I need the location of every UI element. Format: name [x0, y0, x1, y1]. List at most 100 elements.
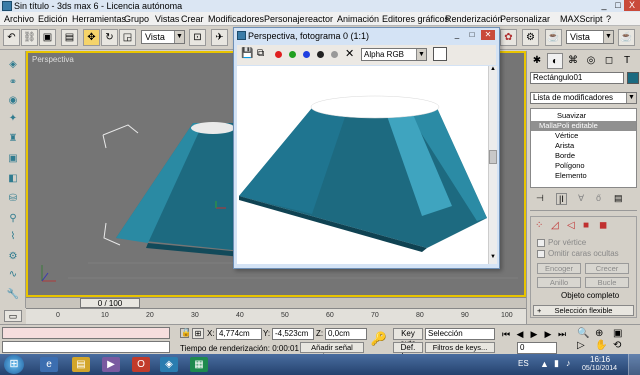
- rotate-icon[interactable]: ↻: [101, 29, 118, 46]
- track-view-icon[interactable]: ▭: [4, 310, 22, 322]
- z-coordinate-field[interactable]: 0,0cm: [325, 328, 367, 340]
- menu-group[interactable]: Grupo: [124, 14, 149, 24]
- media-player-icon[interactable]: ▶: [102, 357, 120, 372]
- menu-file[interactable]: Archivo: [4, 14, 34, 24]
- menu-customize[interactable]: Personalizar: [500, 14, 550, 24]
- light-icon[interactable]: ✦: [4, 111, 22, 127]
- mono-channel-toggle[interactable]: [331, 51, 338, 58]
- app-taskbar-icon[interactable]: ▦: [190, 357, 208, 372]
- lock-selection-icon[interactable]: 🔒: [180, 328, 191, 338]
- stack-item-element[interactable]: Elemento: [535, 171, 635, 181]
- red-channel-toggle[interactable]: [275, 51, 282, 58]
- configure-sets-icon[interactable]: ▤: [614, 193, 623, 204]
- stack-item-polygon[interactable]: Polígono: [535, 161, 635, 171]
- key-icon[interactable]: 🔑: [368, 331, 390, 347]
- border-mode-icon[interactable]: ◁: [567, 220, 575, 231]
- stack-item-smooth[interactable]: Suavizar: [535, 111, 635, 121]
- rendered-frame-window[interactable]: Perspectiva, fotograma 0 (1:1) _ □ ✕ 💾 ⧉…: [233, 27, 500, 269]
- pivot-icon[interactable]: ⊡: [189, 29, 206, 46]
- render-scrollbar[interactable]: ▲ ▼: [488, 66, 497, 264]
- reference-coord-select[interactable]: Vista ▼: [141, 30, 185, 44]
- utilities-tab-icon[interactable]: T: [619, 53, 635, 69]
- motion-tab-icon[interactable]: ◎: [583, 53, 599, 69]
- transform-mode-icon[interactable]: ⊞: [192, 328, 204, 339]
- start-button-icon[interactable]: ⊞: [4, 355, 24, 374]
- next-frame-icon[interactable]: ▶: [542, 329, 554, 339]
- object-name-field[interactable]: Rectángulo01: [530, 72, 624, 84]
- ignore-backfacing-checkbox[interactable]: [537, 250, 545, 258]
- y-coordinate-field[interactable]: -4,523cm: [272, 328, 314, 340]
- 3dsmax-taskbar-icon[interactable]: ◈: [160, 357, 178, 372]
- box-icon[interactable]: ▣: [4, 151, 22, 167]
- green-channel-toggle[interactable]: [289, 51, 296, 58]
- menu-edit[interactable]: Edición: [38, 14, 68, 24]
- prev-frame-icon[interactable]: ◀: [514, 329, 526, 339]
- grow-button[interactable]: Crecer: [585, 263, 629, 274]
- stack-item-vertex[interactable]: Vértice: [535, 131, 635, 141]
- stack-item-editable-poly[interactable]: MallaPoli editable: [531, 121, 636, 131]
- network-icon[interactable]: ▮: [554, 358, 559, 369]
- key-filters-button[interactable]: Filtros de keys...: [425, 342, 495, 353]
- soft-selection-rollout[interactable]: + Selección flexible: [533, 305, 634, 316]
- material-editor-icon[interactable]: ✿: [500, 29, 517, 46]
- alpha-channel-toggle[interactable]: [317, 51, 324, 58]
- polygon-mode-icon[interactable]: ■: [583, 220, 589, 231]
- channel-select[interactable]: Alpha RGB ▼: [361, 48, 427, 61]
- arc-rotate-icon[interactable]: ⟲: [613, 340, 621, 351]
- scroll-up-icon[interactable]: ▲: [489, 66, 497, 75]
- zoom-icon[interactable]: 🔍: [577, 328, 589, 339]
- by-vertex-checkbox[interactable]: [537, 239, 545, 247]
- select-link-icon[interactable]: ⛓: [21, 29, 38, 46]
- vertex-mode-icon[interactable]: ⁘: [535, 220, 543, 231]
- shape-icon[interactable]: ◧: [4, 171, 22, 187]
- show-desktop-button[interactable]: [628, 354, 640, 375]
- volume-icon[interactable]: ♪: [566, 358, 571, 368]
- time-slider-track[interactable]: 0 / 100: [26, 297, 526, 308]
- bend-icon[interactable]: ⌇: [4, 229, 22, 245]
- menu-help[interactable]: ?: [606, 14, 611, 24]
- gear-icon[interactable]: ⚙: [4, 249, 22, 265]
- current-frame-field[interactable]: 0: [517, 342, 557, 354]
- spline-icon[interactable]: ∿: [4, 267, 22, 283]
- save-icon[interactable]: 💾: [241, 48, 253, 59]
- hierarchy-tab-icon[interactable]: ⌘: [565, 53, 581, 69]
- render-maximize-button[interactable]: □: [465, 30, 479, 40]
- key-mode-select[interactable]: Selección: [425, 328, 495, 340]
- wrench-icon[interactable]: 🔧: [4, 287, 22, 303]
- fov-icon[interactable]: ▷: [577, 340, 585, 351]
- select-object-icon[interactable]: ▣: [39, 29, 56, 46]
- create-icon[interactable]: ◈: [4, 57, 22, 73]
- figure-icon[interactable]: ♜: [4, 131, 22, 147]
- pixel-color-swatch[interactable]: [433, 47, 447, 61]
- link-icon[interactable]: ⚭: [4, 75, 22, 91]
- browser-icon[interactable]: e: [40, 357, 58, 372]
- maxscript-listener[interactable]: [2, 327, 170, 339]
- shrink-button[interactable]: Encoger: [537, 263, 581, 274]
- quick-render-icon[interactable]: ☕: [545, 29, 562, 46]
- render-minimize-button[interactable]: _: [450, 30, 464, 40]
- menu-modifiers[interactable]: Modificadores: [208, 14, 264, 24]
- blue-channel-toggle[interactable]: [303, 51, 310, 58]
- zoom-all-icon[interactable]: ⊕: [595, 328, 603, 339]
- menu-animation[interactable]: Animación: [337, 14, 379, 24]
- pin-stack-icon[interactable]: ⊣: [536, 193, 544, 204]
- scale-icon[interactable]: ◲: [119, 29, 136, 46]
- scroll-down-icon[interactable]: ▼: [489, 254, 497, 263]
- remove-modifier-icon[interactable]: ő: [596, 193, 601, 203]
- sphere-icon[interactable]: ◉: [4, 93, 22, 109]
- menu-maxscript[interactable]: MAXScript: [560, 14, 603, 24]
- pan-icon[interactable]: ✋: [595, 340, 607, 351]
- ring-button[interactable]: Anillo: [537, 277, 581, 288]
- render-view-select[interactable]: Vista ▼: [566, 30, 614, 44]
- menu-character[interactable]: Personaje: [264, 14, 305, 24]
- wand-icon[interactable]: ⚲: [4, 211, 22, 227]
- go-to-start-icon[interactable]: ⏮: [500, 329, 512, 339]
- loop-button[interactable]: Bucle: [585, 277, 629, 288]
- modify-tab-icon[interactable]: ◐: [547, 53, 563, 69]
- menu-tools[interactable]: Herramientas: [72, 14, 126, 24]
- modifier-list-select[interactable]: Lista de modificadores ▼: [530, 92, 637, 104]
- track-bar[interactable]: 0 10 20 30 40 50 60 70 80 90 100: [26, 308, 526, 324]
- mirror-icon[interactable]: ✈: [211, 29, 228, 46]
- add-time-tag-button[interactable]: Añadir señal tiempo: [300, 342, 364, 361]
- disk-icon[interactable]: ⛁: [4, 191, 22, 207]
